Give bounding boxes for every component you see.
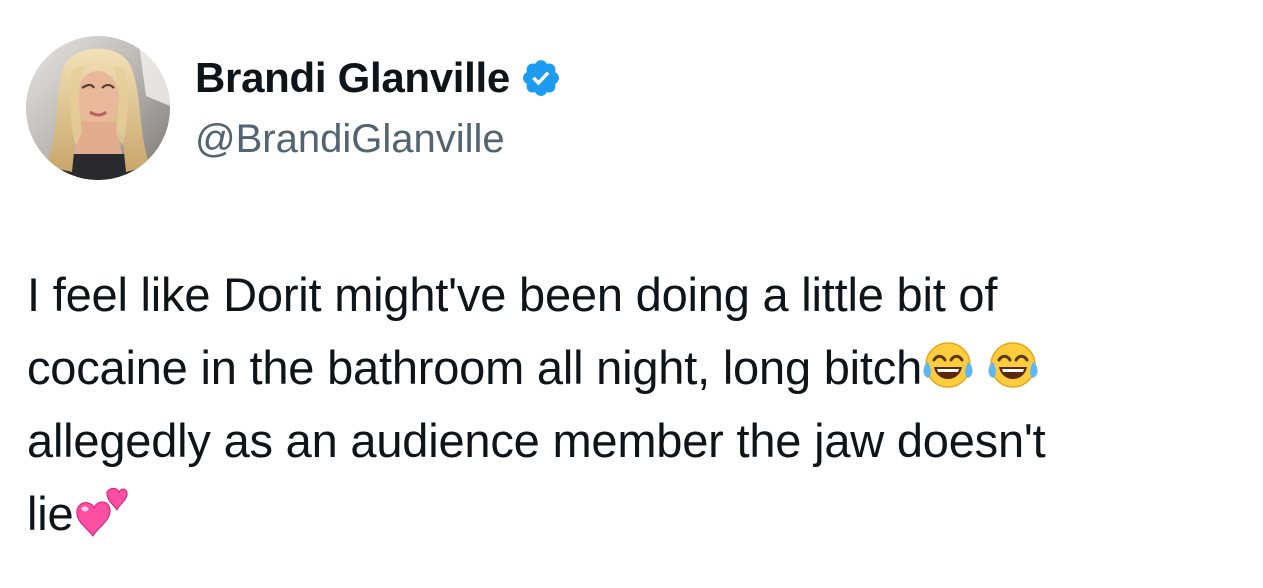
author-name-row: Brandi Glanville xyxy=(195,50,562,106)
avatar-photo xyxy=(26,36,170,180)
tweet-text-line: allegedly as an audience member the jaw … xyxy=(27,414,1046,467)
author-handle[interactable]: @BrandiGlanville xyxy=(195,112,505,166)
author-display-name[interactable]: Brandi Glanville xyxy=(195,50,510,106)
two-hearts-icon xyxy=(73,486,128,538)
tweet-text: I feel like Dorit might've been doing a … xyxy=(27,258,1242,550)
avatar[interactable] xyxy=(26,36,170,180)
face-with-tears-of-joy-icon xyxy=(922,340,974,392)
tweet-text-line: I feel like Dorit might've been doing a … xyxy=(27,268,998,321)
tweet-text-line: cocaine in the bathroom all night, long … xyxy=(27,331,1242,404)
verified-badge-icon[interactable] xyxy=(520,57,562,99)
tweet-card: Brandi Glanville @BrandiGlanville I feel… xyxy=(0,0,1263,588)
face-with-tears-of-joy-icon xyxy=(987,340,1039,392)
tweet-text-line: lie xyxy=(27,477,1242,550)
